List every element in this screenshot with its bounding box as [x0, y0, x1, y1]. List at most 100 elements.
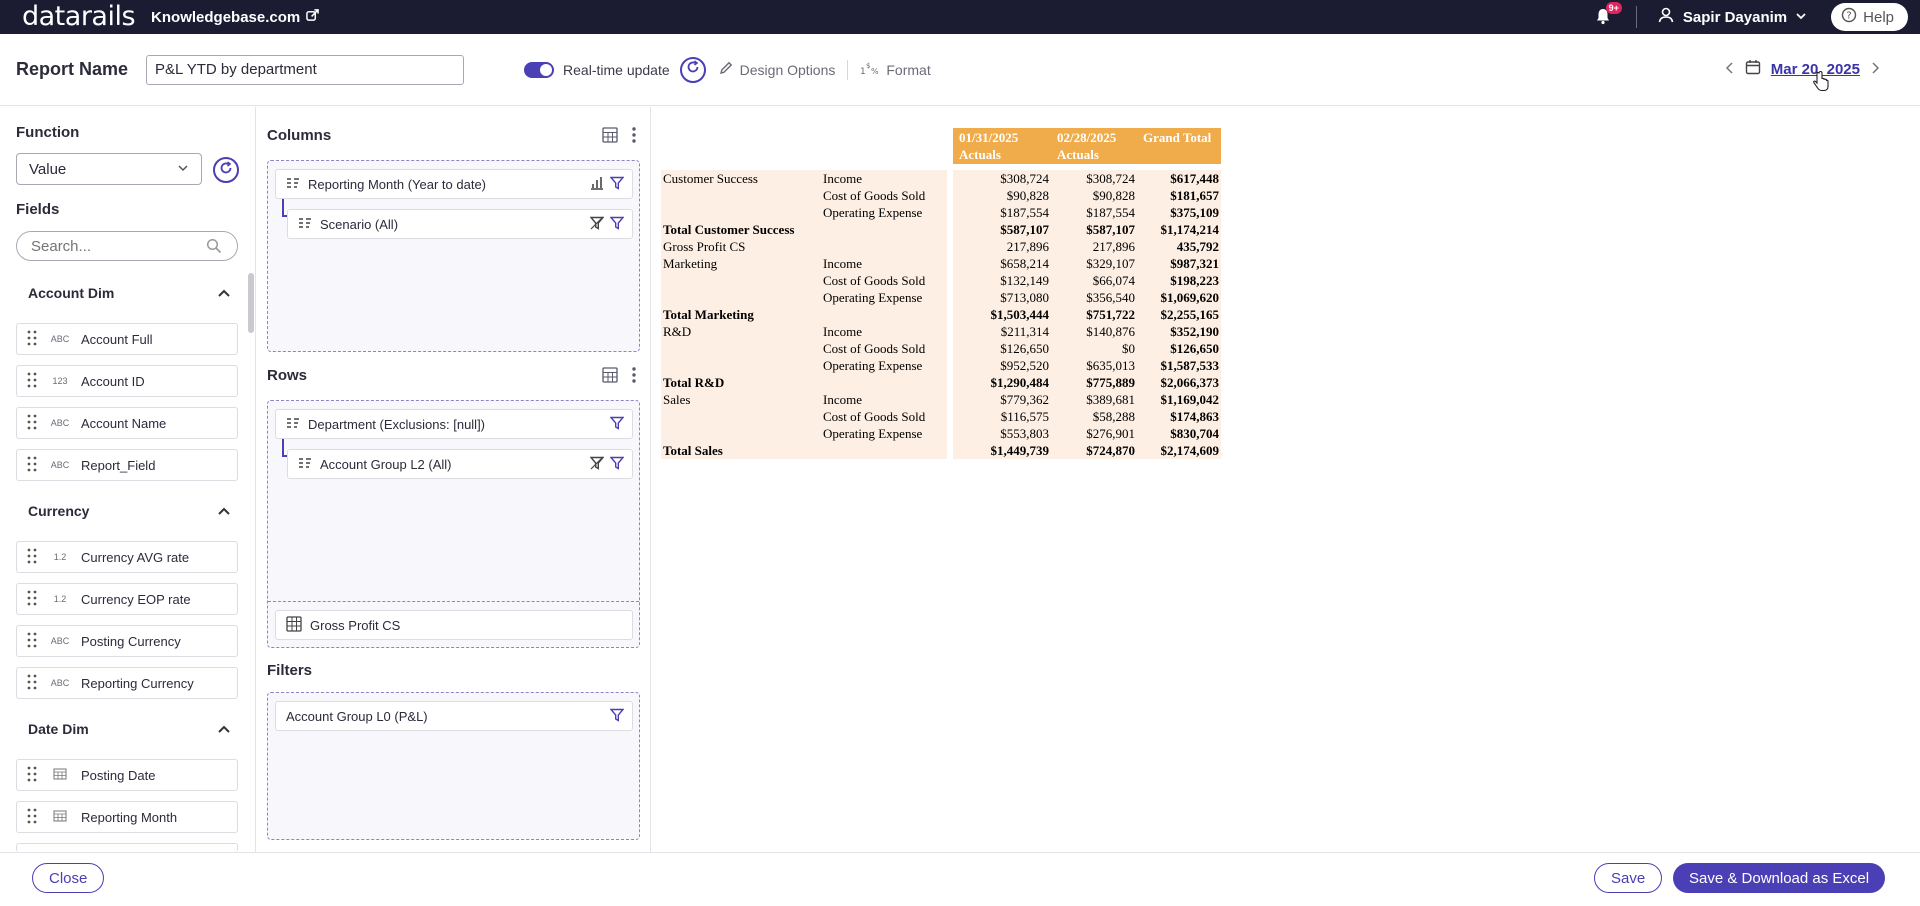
drag-handle-icon[interactable] [27, 548, 39, 567]
text-type-icon: ABC [50, 678, 70, 688]
value-cell: $90,828 [1051, 187, 1137, 204]
field-posting-date[interactable]: Posting Date [16, 759, 238, 791]
field-reporting-currency[interactable]: ABC Reporting Currency [16, 667, 238, 699]
filter-icon[interactable] [609, 216, 625, 233]
drag-handle-icon[interactable] [27, 674, 39, 693]
refresh-button[interactable] [679, 56, 706, 83]
value-cell: $713,080 [953, 289, 1051, 306]
notifications-button[interactable]: 9+ [1594, 2, 1622, 27]
row-department-label [661, 340, 821, 357]
field-name: Account Name [81, 415, 167, 431]
realtime-update-toggle[interactable] [524, 61, 555, 78]
filter-pill-account-group-l0[interactable]: Account Group L0 (P&L) [275, 701, 633, 731]
close-button[interactable]: Close [32, 863, 105, 893]
grand-total-cell: $1,174,214 [1137, 221, 1221, 238]
grand-total-cell: 435,792 [1137, 238, 1221, 255]
col-header-grand-total: Grand Total [1143, 130, 1212, 145]
pill-label: Department (Exclusions: [null]) [308, 416, 486, 432]
pivot-row: Total Sales $1,449,739 $724,870 $2,174,609 [661, 442, 1221, 459]
group-header-account-dim[interactable]: Account Dim [16, 275, 238, 311]
drag-handle-icon[interactable] [27, 632, 39, 651]
rows-title: Rows [267, 367, 308, 384]
drag-handle-icon[interactable] [27, 590, 39, 609]
help-button[interactable]: ? Help [1831, 3, 1908, 31]
field-currency-avg-rate[interactable]: 1.2 Currency AVG rate [16, 541, 238, 573]
refresh-icon [219, 160, 233, 180]
field-reporting-month[interactable]: Reporting Month [16, 801, 238, 833]
filter-clear-icon[interactable] [589, 216, 605, 233]
report-name-label: Report Name [16, 59, 129, 79]
column-pill-reporting-month[interactable]: Reporting Month (Year to date) [275, 169, 633, 199]
field-account-full[interactable]: ABC Account Full [16, 323, 238, 355]
drag-handle-icon[interactable] [27, 808, 39, 827]
format-button[interactable]: 1 $% Format [860, 60, 930, 79]
drag-handle-icon[interactable] [27, 372, 39, 391]
field-account-name[interactable]: ABC Account Name [16, 407, 238, 439]
drag-handle-icon[interactable] [27, 330, 39, 349]
design-options-button[interactable]: Design Options [718, 60, 835, 79]
drag-handle-icon[interactable] [27, 414, 39, 433]
svg-text:%: % [871, 67, 879, 76]
grand-total-cell: $375,109 [1137, 204, 1221, 221]
field-posting-currency[interactable]: ABC Posting Currency [16, 625, 238, 657]
more-vertical-icon[interactable] [632, 127, 636, 148]
filter-icon[interactable] [609, 176, 625, 193]
calculated-item-icon [286, 615, 302, 635]
field-currency-eop-rate[interactable]: 1.2 Currency EOP rate [16, 583, 238, 615]
field-name: Account ID [81, 373, 145, 389]
pivot-row: Total Marketing $1,503,444 $751,722 $2,255,… [661, 306, 1221, 323]
filter-icon[interactable] [609, 456, 625, 473]
chevron-up-icon [218, 503, 230, 519]
row-department-label [661, 408, 821, 425]
sort-icon [286, 177, 300, 192]
fields-search-input[interactable] [16, 231, 238, 261]
drag-handle-icon[interactable] [27, 456, 39, 475]
pill-label: Scenario (All) [320, 216, 399, 232]
grand-total-cell: $174,863 [1137, 408, 1221, 425]
svg-text:1: 1 [860, 67, 866, 76]
table-layout-icon[interactable] [602, 127, 618, 148]
user-menu[interactable]: Sapir Dayanim [1657, 6, 1807, 28]
field-name: Reporting Month [81, 809, 178, 825]
row-department-label [661, 425, 821, 442]
mouse-cursor [1812, 70, 1830, 97]
table-layout-icon[interactable] [602, 367, 618, 388]
save-button[interactable]: Save [1594, 863, 1663, 893]
filter-icon[interactable] [609, 708, 625, 725]
function-refresh-button[interactable] [213, 157, 239, 183]
grand-total-cell: $126,650 [1137, 340, 1221, 357]
save-download-excel-button[interactable]: Save & Download as Excel [1673, 863, 1886, 893]
site-link[interactable]: Knowledgebase.com [151, 9, 320, 26]
filter-icon[interactable] [609, 416, 625, 433]
fields-scrollbar[interactable] [248, 273, 254, 333]
chevron-left-icon[interactable] [1725, 61, 1735, 79]
row-department-label: R&D [661, 323, 821, 340]
datarails-logo[interactable]: datarails [22, 0, 136, 34]
row-pill-account-group-l2[interactable]: Account Group L2 (All) [287, 449, 633, 479]
group-header-date-dim[interactable]: Date Dim [16, 711, 238, 747]
row-account-label [821, 306, 947, 323]
filter-clear-icon[interactable] [589, 456, 605, 473]
row-pill-department[interactable]: Department (Exclusions: [null]) [275, 409, 633, 439]
filters-dropzone[interactable]: Account Group L0 (P&L) [267, 692, 640, 840]
row-pill-gross-profit-cs[interactable]: Gross Profit CS [275, 610, 633, 640]
column-pill-scenario[interactable]: Scenario (All) [287, 209, 633, 239]
rows-dropzone[interactable]: Department (Exclusions: [null]) Account … [267, 400, 640, 648]
value-cell: $308,724 [1051, 170, 1137, 187]
function-select[interactable]: Value [16, 153, 202, 185]
report-name-input[interactable] [146, 54, 465, 85]
field-name: Report_Field [81, 457, 156, 473]
chevron-right-icon[interactable] [1870, 61, 1880, 79]
drag-handle-icon[interactable] [27, 766, 39, 785]
value-cell: $553,803 [953, 425, 1051, 442]
grand-total-cell: $2,066,373 [1137, 374, 1221, 391]
field-account-id[interactable]: 123 Account ID [16, 365, 238, 397]
bar-chart-icon[interactable] [590, 176, 604, 193]
field-report-field[interactable]: ABC Report_Field [16, 449, 238, 481]
group-header-currency[interactable]: Currency [16, 493, 238, 529]
pivot-row: Cost of Goods Sold $126,650 $0 $126,650 [661, 340, 1221, 357]
more-vertical-icon[interactable] [632, 367, 636, 388]
calendar-icon[interactable] [1745, 59, 1761, 80]
row-department-label: Total Customer Success [661, 221, 821, 238]
columns-dropzone[interactable]: Reporting Month (Year to date) Scenario … [267, 160, 640, 352]
